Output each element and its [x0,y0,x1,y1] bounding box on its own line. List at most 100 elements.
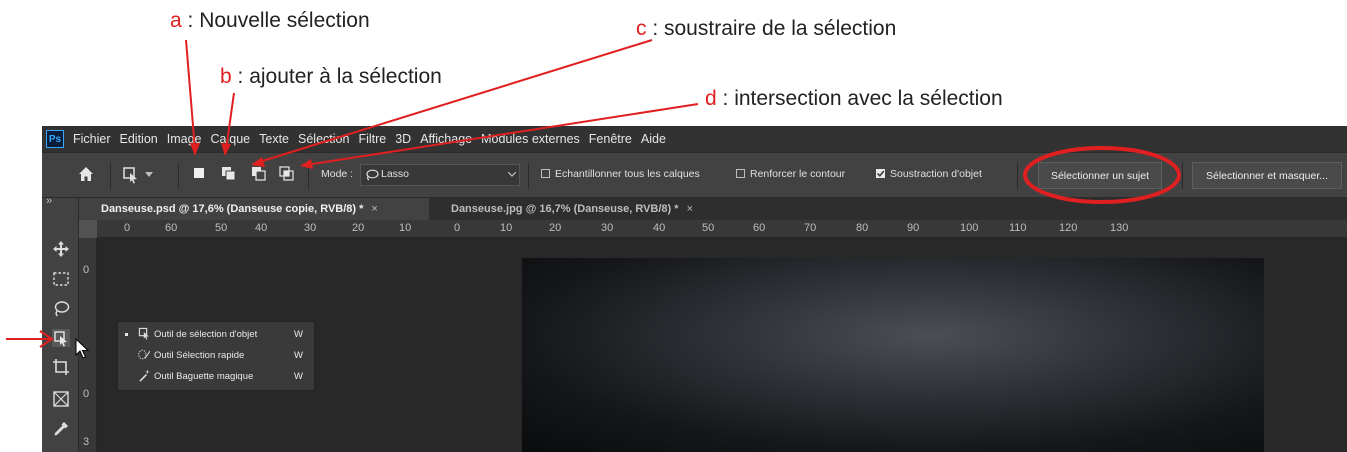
menu-fenetre[interactable]: Fenêtre [589,132,632,146]
ruler-tick: 130 [1110,222,1129,234]
flyout-item-magic-wand[interactable]: Outil Baguette magique W [118,367,316,387]
frame-tool-icon[interactable] [52,390,70,408]
lasso-tool-icon[interactable] [52,300,70,318]
tab-label: Danseuse.psd @ 17,6% (Danseuse copie, RV… [101,203,364,215]
ruler-tick: 0 [83,388,90,400]
enhance-edge-checkbox[interactable] [736,169,745,178]
flyout-shortcut: W [294,371,303,382]
ruler-tick: 3 [83,436,90,448]
menu-edition[interactable]: Edition [120,132,158,146]
tool-flyout-menu: Outil de sélection d'objet W Outil Sélec… [117,321,315,391]
flyout-item-label: Outil Sélection rapide [154,350,245,361]
document-tabs: Danseuse.psd @ 17,6% (Danseuse copie, RV… [79,198,1347,220]
ruler-tick: 0 [454,222,461,234]
separator [110,163,111,189]
tab-label: Danseuse.jpg @ 16,7% (Danseuse, RVB/8) * [451,203,679,215]
intersect-selection-icon[interactable] [278,165,296,183]
menu-fichier[interactable]: Fichier [73,132,111,146]
object-selection-tool-icon [138,327,149,340]
sample-all-layers-checkbox[interactable] [541,169,550,178]
menu-texte[interactable]: Texte [259,132,289,146]
ruler-tick: 0 [83,264,90,276]
annotation-b: b : ajouter à la sélection [220,65,442,88]
ruler-tick: 70 [804,222,817,234]
add-to-selection-icon[interactable] [220,165,238,183]
annotation-d: d : intersection avec la sélection [705,87,1003,110]
ruler-tick: 50 [215,222,228,234]
checkmark-icon [876,170,885,177]
select-and-mask-button[interactable]: Sélectionner et masquer... [1192,162,1342,189]
photoshop-window: Ps Fichier Edition Image Calque Texte Sé… [42,126,1347,452]
object-subtract-label: Soustraction d'objet [890,168,982,180]
eyedropper-tool-icon[interactable] [52,420,70,438]
separator [178,163,179,189]
ruler-tick: 100 [960,222,979,234]
horizontal-ruler: 0 60 50 40 30 20 10 0 10 20 30 40 50 60 … [97,220,1347,238]
subtract-from-selection-icon[interactable] [250,165,268,183]
ruler-tick: 0 [124,222,131,234]
chevron-down-icon[interactable] [145,172,153,178]
menu-image[interactable]: Image [167,132,202,146]
ruler-tick: 120 [1059,222,1078,234]
annotation-a: a : Nouvelle sélection [170,9,370,32]
mouse-cursor-icon [75,338,89,359]
menu-affichage[interactable]: Affichage [420,132,472,146]
move-tool-icon[interactable] [52,240,70,258]
annotation-c: c : soustraire de la sélection [636,17,897,40]
menu-selection[interactable]: Sélection [298,132,349,146]
close-icon[interactable]: × [371,203,377,215]
menu-aide[interactable]: Aide [641,132,666,146]
ruler-tick: 110 [1009,222,1027,234]
menu-calque[interactable]: Calque [211,132,251,146]
object-selection-tool-icon[interactable] [122,166,140,184]
lasso-icon [366,169,379,181]
sample-all-layers-label: Echantillonner tous les calques [555,168,700,180]
select-subject-button[interactable]: Sélectionner un sujet [1038,162,1162,189]
ruler-tick: 20 [549,222,562,234]
ruler-tick: 40 [255,222,268,234]
collapse-arrows-icon[interactable]: » [46,195,52,207]
marquee-tool-icon[interactable] [52,270,70,288]
separator [1182,163,1183,189]
flyout-item-quick-selection[interactable]: Outil Sélection rapide W [118,346,316,366]
flyout-shortcut: W [294,329,303,340]
quick-selection-tool-icon [138,349,151,360]
ruler-tick: 90 [907,222,920,234]
ruler-tick: 30 [601,222,614,234]
separator [308,163,309,189]
ruler-tick: 60 [753,222,766,234]
crop-tool-icon[interactable] [52,358,70,376]
ruler-tick: 40 [653,222,666,234]
document-image[interactable] [522,258,1264,452]
menu-filtre[interactable]: Filtre [358,132,386,146]
mode-select-value: Lasso [381,168,410,180]
magic-wand-tool-icon [139,369,150,382]
menu-modules-externes[interactable]: Modules externes [481,132,580,146]
ruler-tick: 80 [856,222,869,234]
object-selection-tool-icon[interactable] [52,329,70,347]
selected-bullet-icon [125,333,128,336]
flyout-item-label: Outil Baguette magique [154,371,254,382]
tab-danseuse-psd[interactable]: Danseuse.psd @ 17,6% (Danseuse copie, RV… [79,198,429,220]
tools-panel: » [42,195,79,452]
ruler-tick: 20 [352,222,365,234]
options-bar: Mode : Lasso Echantillonner tous les cal… [42,152,1347,198]
flyout-item-object-selection[interactable]: Outil de sélection d'objet W [118,325,316,345]
enhance-edge-label: Renforcer le contour [750,168,846,180]
ruler-tick: 10 [500,222,513,234]
object-subtract-checkbox[interactable] [876,169,885,178]
ruler-tick: 60 [165,222,178,234]
mode-label: Mode : [321,168,354,180]
home-icon[interactable] [78,166,94,182]
tab-danseuse-jpg[interactable]: Danseuse.jpg @ 16,7% (Danseuse, RVB/8) *… [429,198,769,220]
new-selection-icon [194,168,204,178]
close-icon[interactable]: × [687,203,693,215]
separator [1017,163,1018,189]
new-selection-button[interactable] [190,164,208,182]
flyout-item-label: Outil de sélection d'objet [154,329,258,340]
photoshop-logo: Ps [46,130,64,148]
ruler-tick: 50 [702,222,715,234]
menu-3d[interactable]: 3D [395,132,411,146]
chevron-down-icon[interactable] [508,172,516,178]
mode-select[interactable]: Lasso [360,164,520,186]
